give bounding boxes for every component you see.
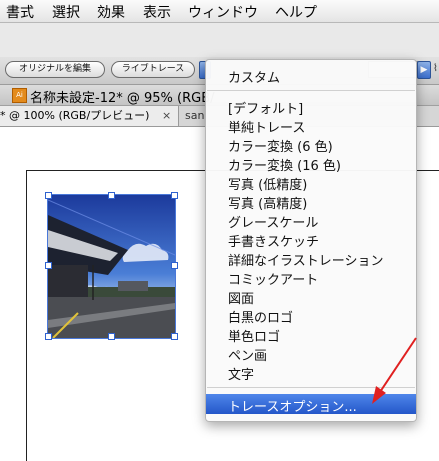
menu-item-preset[interactable]: 単色ロゴ: [228, 326, 280, 345]
toolbar-area: [0, 23, 439, 57]
menu-item-preset[interactable]: 文字: [228, 364, 254, 383]
selection-handle[interactable]: [171, 192, 178, 199]
selection-handle[interactable]: [108, 333, 115, 340]
tracing-options-label: トレースオプション...: [228, 400, 357, 415]
illustrator-file-icon: Ai: [12, 88, 27, 103]
truncated-control-icon: ⌇: [433, 63, 438, 74]
menu-item-preset[interactable]: 詳細なイラストレーション: [228, 250, 383, 269]
menu-item-preset[interactable]: グレースケール: [228, 212, 318, 231]
selection-handle[interactable]: [108, 192, 115, 199]
live-trace-button[interactable]: ライブトレース: [111, 61, 195, 78]
menu-item-preset[interactable]: カラー変換 (6 色): [228, 136, 333, 155]
menu-item-preset[interactable]: 図面: [228, 288, 254, 307]
menu-item-preset[interactable]: [デフォルト]: [228, 98, 303, 117]
tab-active-label: * @ 100% (RGB/プレビュー): [0, 109, 150, 122]
menu-item-preset[interactable]: 写真 (高精度): [228, 193, 307, 212]
selection-handle[interactable]: [171, 262, 178, 269]
selection-handle[interactable]: [171, 333, 178, 340]
menu-item-preset[interactable]: 写真 (低精度): [228, 174, 307, 193]
menu-item-preset[interactable]: カラー変換 (16 色): [228, 155, 341, 174]
tab-active-document[interactable]: * @ 100% (RGB/プレビュー) ×: [0, 106, 179, 126]
menu-item-preset[interactable]: コミックアート: [228, 269, 318, 288]
close-icon[interactable]: ×: [162, 106, 171, 126]
photo-image: [47, 195, 176, 339]
menu-effect[interactable]: 効果: [97, 2, 125, 22]
selection-handle[interactable]: [45, 333, 52, 340]
menu-help[interactable]: ヘルプ: [275, 2, 317, 22]
menu-separator: [207, 90, 415, 91]
menu-item-custom[interactable]: カスタム: [228, 67, 280, 86]
menu-item-preset[interactable]: 手書きスケッチ: [228, 231, 319, 250]
menu-bar: 書式 選択 効果 表示 ウィンドウ ヘルプ: [0, 0, 439, 23]
play-arrow-icon[interactable]: ▶: [417, 61, 431, 79]
annotation-arrow-icon: [372, 337, 417, 404]
selection-handle[interactable]: [45, 192, 52, 199]
menu-view[interactable]: 表示: [143, 2, 171, 22]
tab-next-document[interactable]: san: [185, 106, 204, 126]
menu-format[interactable]: 書式: [6, 2, 34, 22]
menu-select[interactable]: 選択: [52, 2, 80, 22]
menu-window[interactable]: ウィンドウ: [188, 2, 258, 22]
selection-handle[interactable]: [45, 262, 52, 269]
document-title: 名称未設定-12* @ 95% (RGB/: [30, 91, 215, 106]
placed-photo[interactable]: [45, 192, 178, 340]
menu-item-preset[interactable]: 単純トレース: [228, 117, 305, 136]
edit-original-button[interactable]: オリジナルを編集: [5, 61, 105, 78]
menu-item-preset[interactable]: ペン画: [228, 345, 267, 364]
menu-item-preset[interactable]: 白黒のロゴ: [228, 307, 293, 326]
